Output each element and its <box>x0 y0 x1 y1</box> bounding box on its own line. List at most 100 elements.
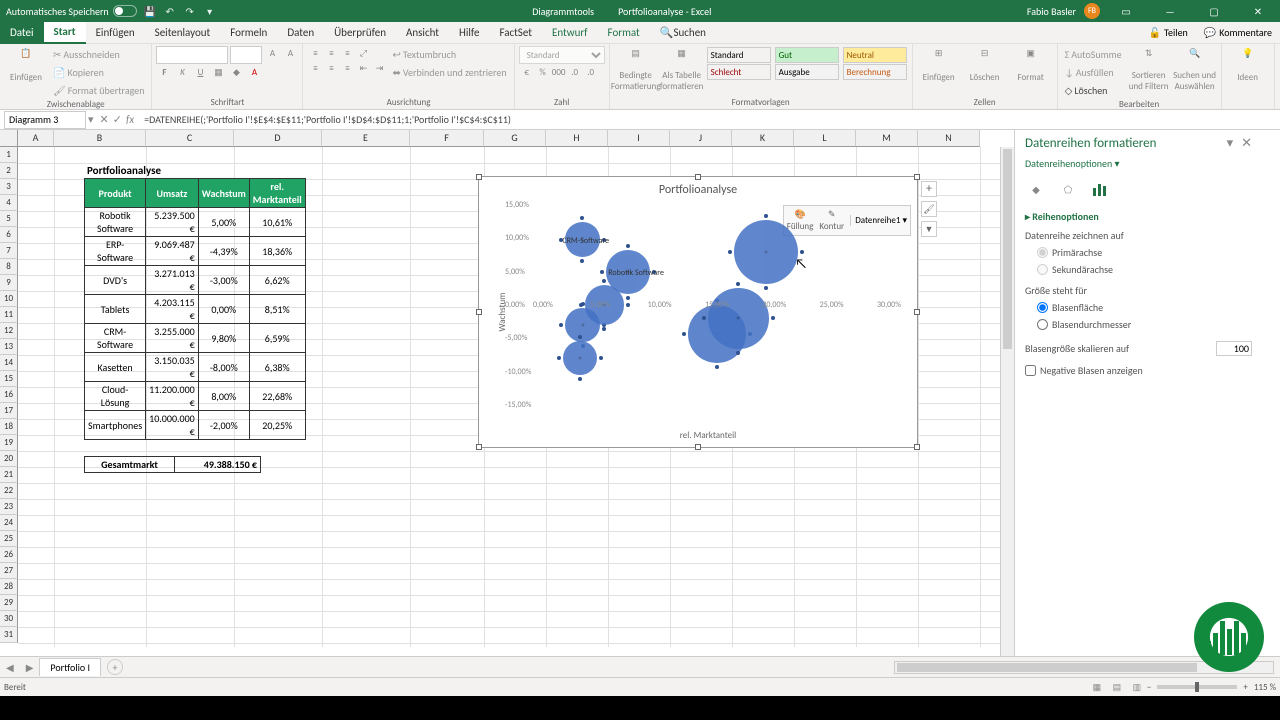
row-header[interactable]: 1 <box>0 147 18 163</box>
sheet-nav-prev-icon[interactable]: ◀ <box>0 661 20 674</box>
size-select[interactable] <box>230 46 262 64</box>
format-painter-button[interactable]: 🖌 Format übertragen <box>50 82 147 99</box>
align-mid-icon[interactable]: ≡ <box>323 46 339 60</box>
row-header[interactable]: 12 <box>0 323 18 339</box>
normal-view-icon[interactable]: ▦ <box>1087 680 1107 694</box>
bubble-diameter-radio[interactable] <box>1037 319 1048 330</box>
chart-title[interactable]: Portfolioanalyse <box>479 177 917 197</box>
row-header[interactable]: 15 <box>0 371 18 387</box>
ribbon-display-icon[interactable]: ▭ <box>1108 0 1144 22</box>
delete-cells-button[interactable]: ⊟Löschen <box>963 46 1007 92</box>
pane-close-icon[interactable]: ✕ <box>1241 136 1252 151</box>
cut-button[interactable]: ✂ Ausschneiden <box>50 46 147 63</box>
align-center-icon[interactable]: ≡ <box>323 61 339 75</box>
zoom-in-icon[interactable]: + <box>1243 682 1247 693</box>
save-icon[interactable]: 💾 <box>143 4 157 18</box>
page-layout-view-icon[interactable]: ▤ <box>1107 680 1127 694</box>
shrink-font-icon[interactable]: A <box>282 46 298 60</box>
fx-icon[interactable]: fx <box>126 113 134 126</box>
col-header[interactable]: L <box>794 130 856 147</box>
col-header[interactable]: D <box>234 130 322 147</box>
negative-bubbles-checkbox[interactable] <box>1025 365 1036 376</box>
chart-elements-button[interactable]: + <box>921 181 937 197</box>
col-header[interactable]: H <box>546 130 608 147</box>
sheet-tab[interactable]: Portfolio I <box>39 658 101 676</box>
insert-cells-button[interactable]: ⊞Einfügen <box>917 46 961 92</box>
tab-help[interactable]: Hilfe <box>449 22 489 44</box>
row-header[interactable]: 3 <box>0 179 18 195</box>
paste-button[interactable]: 📋Einfügen <box>4 46 48 92</box>
col-header[interactable]: C <box>146 130 234 147</box>
primary-axis-radio[interactable] <box>1037 247 1048 258</box>
percent-icon[interactable]: % <box>535 65 551 79</box>
col-header[interactable]: N <box>918 130 980 147</box>
fill-color-icon[interactable]: ◆ <box>228 65 244 79</box>
grow-font-icon[interactable]: A <box>264 46 280 60</box>
pane-series-tab-icon[interactable] <box>1089 178 1111 200</box>
style-output[interactable]: Ausgabe <box>775 64 839 80</box>
conditional-format-button[interactable]: ▤Bedingte Formatierung <box>614 46 658 92</box>
vertical-scrollbar[interactable] <box>1000 147 1014 656</box>
row-header[interactable]: 29 <box>0 595 18 611</box>
tab-pagelayout[interactable]: Seitenlayout <box>145 22 221 44</box>
row-header[interactable]: 14 <box>0 355 18 371</box>
row-header[interactable]: 19 <box>0 435 18 451</box>
find-select-button[interactable]: 🔍Suchen und Auswählen <box>1173 46 1217 92</box>
user-avatar[interactable]: FB <box>1084 3 1100 19</box>
row-header[interactable]: 30 <box>0 611 18 627</box>
row-header[interactable]: 21 <box>0 467 18 483</box>
zoom-level[interactable]: 115 % <box>1254 682 1276 693</box>
undo-icon[interactable]: ↶ <box>163 4 177 18</box>
maximize-icon[interactable]: ▢ <box>1196 0 1232 22</box>
row-header[interactable]: 9 <box>0 275 18 291</box>
accounting-icon[interactable]: € <box>519 65 535 79</box>
row-header[interactable]: 11 <box>0 307 18 323</box>
row-header[interactable]: 13 <box>0 339 18 355</box>
ideas-button[interactable]: 💡Ideen <box>1226 46 1270 92</box>
orientation-icon[interactable]: ⤢ <box>355 46 371 60</box>
row-header[interactable]: 23 <box>0 499 18 515</box>
bubble-area-radio[interactable] <box>1037 302 1048 313</box>
tab-formulas[interactable]: Formeln <box>220 22 277 44</box>
sort-filter-button[interactable]: ⇅Sortieren und Filtern <box>1127 46 1171 92</box>
comments-button[interactable]: 💬 Kommentare <box>1196 26 1280 39</box>
align-left-icon[interactable]: ≡ <box>307 61 323 75</box>
tab-format[interactable]: Format <box>598 22 650 44</box>
col-header[interactable]: E <box>322 130 410 147</box>
italic-icon[interactable]: K <box>174 65 190 79</box>
style-bad[interactable]: Schlecht <box>707 64 771 80</box>
row-header[interactable]: 16 <box>0 387 18 403</box>
chart-bubble[interactable] <box>563 341 597 375</box>
qat-customize-icon[interactable]: ▾ <box>203 4 217 18</box>
chart-object[interactable]: + 🖌 ▼ Portfolioanalyse 🎨Füllung ✎Kontur … <box>478 176 918 448</box>
row-header[interactable]: 24 <box>0 515 18 531</box>
inc-dec-icon[interactable]: .0 <box>567 65 583 79</box>
tab-view[interactable]: Ansicht <box>396 22 449 44</box>
pane-fill-tab-icon[interactable]: ◆ <box>1025 178 1047 200</box>
align-top-icon[interactable]: ≡ <box>307 46 323 60</box>
row-header[interactable]: 17 <box>0 403 18 419</box>
col-header[interactable]: J <box>670 130 732 147</box>
comma-icon[interactable]: 000 <box>551 65 567 79</box>
tell-me-search[interactable]: 🔍 Suchen <box>650 22 716 44</box>
chart-bubble[interactable] <box>708 288 768 348</box>
fx-confirm-icon[interactable]: ✓ <box>113 113 122 126</box>
row-header[interactable]: 5 <box>0 211 18 227</box>
tab-factset[interactable]: FactSet <box>489 22 542 44</box>
sheet-nav-next-icon[interactable]: ▶ <box>20 661 40 674</box>
clear-button[interactable]: ◇ Löschen <box>1062 82 1125 99</box>
fx-cancel-icon[interactable]: ✕ <box>100 113 109 126</box>
row-header[interactable]: 31 <box>0 627 18 643</box>
row-header[interactable]: 8 <box>0 259 18 275</box>
row-header[interactable]: 7 <box>0 243 18 259</box>
col-header[interactable]: A <box>18 130 54 147</box>
close-icon[interactable]: ✕ <box>1240 0 1276 22</box>
select-all-corner[interactable] <box>0 130 18 147</box>
col-header[interactable]: G <box>484 130 546 147</box>
number-format-select[interactable]: Standard <box>519 46 605 64</box>
row-header[interactable]: 4 <box>0 195 18 211</box>
format-as-table-button[interactable]: ▦Als Tabelle formatieren <box>660 46 704 92</box>
col-header[interactable]: M <box>856 130 918 147</box>
font-color-icon[interactable]: A <box>246 65 262 79</box>
border-icon[interactable]: ▦ <box>210 65 226 79</box>
